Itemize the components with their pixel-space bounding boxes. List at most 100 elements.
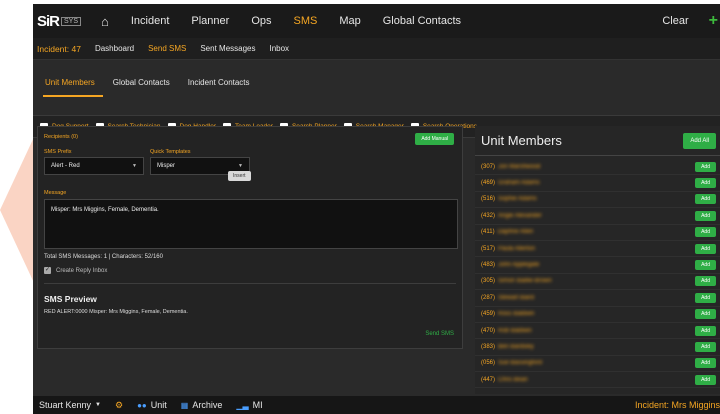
- add-member-button[interactable]: Add: [695, 243, 716, 254]
- checkmark-icon[interactable]: ✓: [44, 267, 51, 274]
- sms-preview-title: SMS Preview: [44, 294, 97, 304]
- app-window: SiR SYS ⌂ Incident Planner Ops SMS Map G…: [33, 4, 720, 414]
- add-member-button[interactable]: Add: [695, 309, 716, 320]
- add-member-button[interactable]: Add: [695, 210, 716, 221]
- tab-incident-contacts[interactable]: Incident Contacts: [186, 72, 258, 97]
- top-navbar: SiR SYS ⌂ Incident Planner Ops SMS Map G…: [33, 4, 720, 38]
- member-name: Jon Marshwood: [498, 163, 541, 170]
- nav-incident[interactable]: Incident: [131, 15, 170, 27]
- add-member-button[interactable]: Add: [695, 374, 716, 385]
- member-name: Paula Allerton: [498, 245, 536, 252]
- sms-prefix-select[interactable]: Alert - Red ▼: [44, 157, 144, 175]
- member-name: Stewart Baird: [498, 294, 535, 301]
- nav-map[interactable]: Map: [339, 15, 360, 27]
- member-name: Sue Bassingford: [498, 360, 543, 367]
- chevron-down-icon: ▼: [238, 163, 243, 169]
- nav-ops[interactable]: Ops: [251, 15, 271, 27]
- add-member-button[interactable]: Add: [695, 260, 716, 271]
- subnav-dashboard[interactable]: Dashboard: [95, 44, 134, 53]
- nav-global-contacts[interactable]: Global Contacts: [383, 15, 461, 27]
- clear-button[interactable]: Clear: [662, 15, 688, 27]
- nav-planner[interactable]: Planner: [191, 15, 229, 27]
- member-name: Rob Baldwin: [498, 327, 532, 334]
- member-row: (469) Graham Adams Add: [475, 175, 720, 192]
- tabs-area: Unit Members Global Contacts Incident Co…: [33, 60, 720, 116]
- add-member-button[interactable]: Add: [695, 178, 716, 189]
- member-code: (469): [481, 180, 496, 187]
- sub-navbar: Incident: 47 Dashboard Send SMS Sent Mes…: [33, 38, 720, 60]
- tab-global-contacts[interactable]: Global Contacts: [111, 72, 178, 97]
- quick-templates-label: Quick Templates: [150, 149, 191, 155]
- add-member-button[interactable]: Add: [695, 341, 716, 352]
- unit-link[interactable]: ●● Unit: [137, 400, 167, 410]
- subnav-inbox[interactable]: Inbox: [269, 44, 289, 53]
- message-textarea[interactable]: Misper: Mrs Miggins, Female, Dementia.: [44, 199, 458, 249]
- chevron-down-icon: ▼: [132, 163, 137, 169]
- subnav-sent-messages[interactable]: Sent Messages: [200, 44, 255, 53]
- add-manual-button[interactable]: Add Manual: [415, 133, 454, 145]
- member-row: (483) John Applegate Add: [475, 257, 720, 274]
- sms-prefix-label: SMS Prefix: [44, 149, 72, 155]
- add-member-button[interactable]: Add: [695, 276, 716, 287]
- unit-members-panel: Unit Members Add All (307) Jon Marshwood A…: [475, 126, 720, 394]
- member-name: Simon Baillie-Brown: [498, 278, 552, 285]
- add-member-button[interactable]: Add: [695, 227, 716, 238]
- mi-link[interactable]: ▁▃ MI: [236, 400, 262, 410]
- member-code: (432): [481, 212, 496, 219]
- insert-button[interactable]: Insert: [228, 171, 251, 181]
- home-icon[interactable]: ⌂: [101, 14, 109, 29]
- member-code: (056): [481, 360, 496, 367]
- member-row: (470) Rob Baldwin Add: [475, 323, 720, 340]
- archive-link[interactable]: ▦ Archive: [181, 400, 223, 410]
- sms-totals: Total SMS Messages: 1 | Characters: 52/1…: [44, 254, 163, 260]
- members-list: (307) Jon Marshwood Add (469) Graham Adams Ad…: [475, 159, 720, 389]
- member-name: Chris Bean: [498, 376, 528, 383]
- recipients-label: Recipients (0): [44, 134, 78, 140]
- tab-unit-members[interactable]: Unit Members: [43, 72, 103, 97]
- gear-icon[interactable]: ⚙: [115, 400, 123, 411]
- chevron-down-icon[interactable]: ▼: [95, 402, 101, 408]
- add-icon[interactable]: +: [709, 12, 718, 30]
- member-row: (517) Paula Allerton Add: [475, 241, 720, 258]
- add-member-button[interactable]: Add: [695, 194, 716, 205]
- contact-tabs: Unit Members Global Contacts Incident Co…: [43, 72, 266, 97]
- current-incident: Incident: Mrs Miggins: [634, 400, 720, 410]
- member-name: Ross Baldwin: [498, 311, 535, 318]
- member-code: (517): [481, 245, 496, 252]
- member-code: (287): [481, 294, 496, 301]
- sms-preview-text: RED ALERT:0000 Misper: Mrs Miggins, Fema…: [44, 309, 188, 315]
- nav-sms[interactable]: SMS: [294, 15, 318, 27]
- subnav-send-sms[interactable]: Send SMS: [148, 44, 186, 53]
- send-sms-button[interactable]: Send SMS: [425, 331, 454, 337]
- add-member-button[interactable]: Add: [695, 161, 716, 172]
- archive-icon: ▦: [180, 400, 189, 410]
- member-name: Angie Alexander: [498, 212, 542, 219]
- member-name: Sophie Adams: [498, 196, 537, 203]
- bottom-bar: Stuart Kenny ▼ ⚙ ●● Unit ▦ Archive ▁▃ MI In…: [33, 396, 720, 414]
- message-label: Message: [44, 190, 67, 196]
- member-code: (516): [481, 196, 496, 203]
- member-name: Daphne Allen: [497, 229, 534, 236]
- member-code: (459): [481, 311, 496, 318]
- member-code: (383): [481, 343, 496, 350]
- add-member-button[interactable]: Add: [695, 358, 716, 369]
- member-code: (470): [481, 327, 496, 334]
- add-member-button[interactable]: Add: [695, 292, 716, 303]
- member-name: Graham Adams: [498, 180, 540, 187]
- member-row: (432) Angie Alexander Add: [475, 208, 720, 225]
- member-row: (459) Ross Baldwin Add: [475, 307, 720, 323]
- member-row: (383) Ben Bardsley Add: [475, 339, 720, 356]
- unit-members-title: Unit Members: [481, 133, 562, 148]
- member-name: John Applegate: [498, 262, 540, 269]
- app-logo[interactable]: SiR SYS: [37, 9, 91, 33]
- member-code: (307): [481, 163, 496, 170]
- member-row: (516) Sophie Adams Add: [475, 192, 720, 209]
- user-menu[interactable]: Stuart Kenny: [39, 400, 91, 410]
- add-all-button[interactable]: Add All: [683, 132, 716, 149]
- member-name: Ben Bardsley: [498, 343, 534, 350]
- member-code: (411): [481, 229, 495, 236]
- add-member-button[interactable]: Add: [695, 325, 716, 336]
- chart-icon: ▁▃: [236, 400, 249, 410]
- member-row: (411) Daphne Allen Add: [475, 225, 720, 241]
- create-reply-inbox-checkbox[interactable]: ✓ Create Reply Inbox: [44, 267, 107, 274]
